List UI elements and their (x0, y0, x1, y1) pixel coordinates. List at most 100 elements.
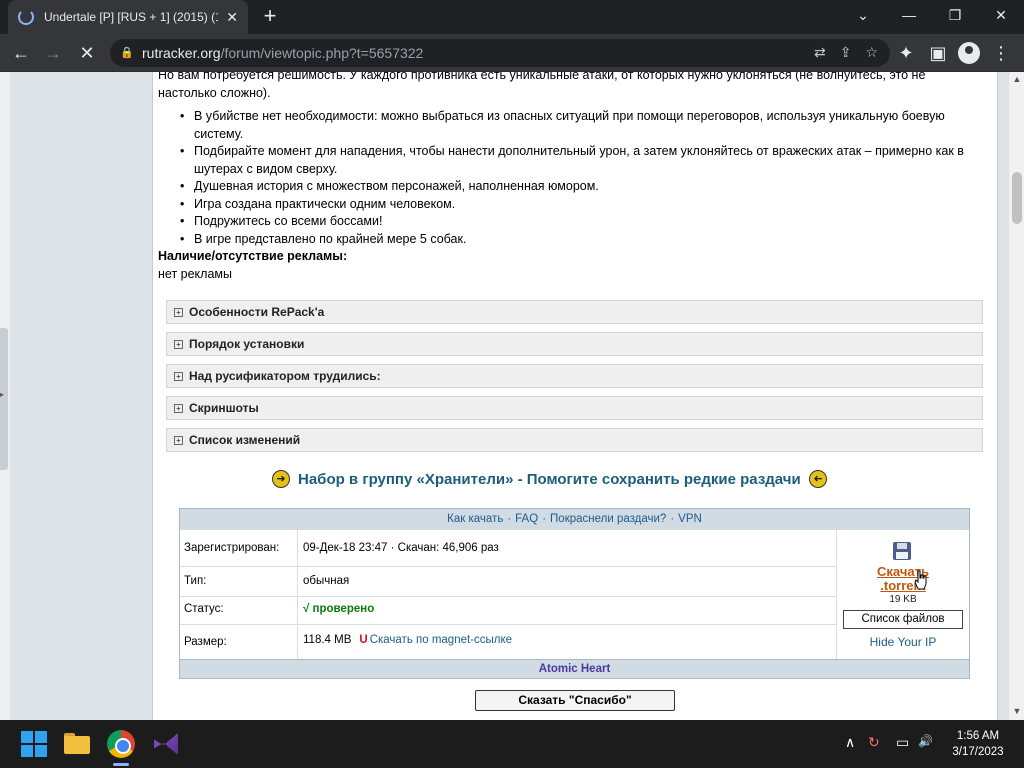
spoiler-screenshots[interactable]: + Скриншоты (166, 396, 983, 420)
visual-studio-icon[interactable] (152, 730, 180, 758)
spoiler-install-order[interactable]: + Порядок установки (166, 332, 983, 356)
back-button[interactable]: ← (8, 40, 34, 66)
scroll-down-icon[interactable]: ▼ (1012, 706, 1022, 716)
side-panel-handle[interactable]: ▸ (0, 328, 8, 470)
type-label: Тип: (184, 575, 207, 587)
expand-plus-icon: + (174, 404, 183, 414)
page-viewport: ▸ Но вам потребуется решимость. У каждог… (0, 72, 1008, 720)
spoiler-title: Список изменений (189, 433, 301, 447)
status-label: Статус: (184, 603, 224, 615)
torrent-file-size: 19 KB (889, 594, 917, 605)
file-list-button[interactable]: Список файлов (843, 610, 963, 629)
scroll-up-icon[interactable]: ▲ (1012, 74, 1022, 84)
loading-spinner-icon (18, 9, 34, 25)
forward-button[interactable]: → (40, 40, 66, 66)
share-icon[interactable]: ⇪ (840, 44, 852, 61)
ads-label: Наличие/отсутствие рекламы: (158, 249, 348, 263)
size-value-group: 118.4 MB U Скачать по magnet-ссылке (303, 634, 512, 646)
menu-icon[interactable]: ⋮ (988, 40, 1014, 66)
list-item: В игре представлено по крайней мере 5 со… (180, 231, 984, 249)
bookmark-star-icon[interactable]: ☆ (865, 44, 878, 61)
vpn-link[interactable]: VPN (678, 513, 702, 525)
spoiler-title: Скриншоты (189, 401, 259, 415)
translate-icon[interactable]: ⇄ (814, 44, 826, 61)
spoiler-changelog[interactable]: + Список изменений (166, 428, 983, 452)
volume-icon[interactable]: 🔊 (918, 734, 933, 748)
say-thanks-button[interactable]: Сказать "Спасибо" (475, 690, 675, 711)
list-item: Игра создана практически одним человеком… (180, 196, 984, 214)
list-item: Подбирайте момент для нападения, чтобы н… (180, 143, 984, 178)
table-row: Размер: 118.4 MB U Скачать по magnet-ссылк… (180, 624, 836, 659)
torrent-info-table: Как качать · FAQ · Покраснели раздачи? · VPN З… (179, 508, 970, 679)
checkmark-icon: √ (303, 603, 310, 615)
windows-taskbar: ∧ ↻ ▭ 🔊 1:56 AM 3/17/2023 (0, 720, 1024, 768)
expand-plus-icon: + (174, 340, 183, 350)
promo-link[interactable]: Набор в группу «Хранители» - Помогите со… (298, 471, 801, 488)
size-label: Размер: (184, 636, 227, 648)
list-item: Подружитесь со всеми боссами! (180, 213, 984, 231)
ads-value: нет рекламы (158, 266, 232, 281)
close-window-button[interactable]: ✕ (978, 0, 1024, 30)
status-text: проверено (312, 603, 375, 615)
page-scrollbar[interactable]: ▲ ▼ (1008, 72, 1024, 720)
chrome-icon[interactable] (107, 730, 135, 758)
sync-icon[interactable]: ↻ (868, 734, 880, 751)
spoiler-title: Порядок установки (189, 337, 305, 351)
browser-toolbar: ← → ✕ 🔒 rutracker.org/forum/viewtopic.ph… (0, 34, 1024, 72)
extensions-icon[interactable]: ✦ (893, 40, 919, 66)
browser-tab[interactable]: Undertale [P] [RUS + 1] (2015) (1 ✕ (8, 0, 248, 34)
status-value: √ проверено (303, 603, 374, 615)
magnet-link[interactable]: Скачать по magnet-ссылке (370, 634, 512, 646)
spoiler-title: Особенности RePack'a (189, 305, 325, 319)
how-to-download-link[interactable]: Как качать (447, 513, 503, 525)
download-torrent-link[interactable]: Скачать .torrent (867, 565, 939, 593)
windows-start-icon[interactable] (20, 730, 48, 758)
display-icon[interactable]: ▭ (896, 734, 909, 751)
lock-icon[interactable]: 🔒 (120, 46, 134, 60)
clock-time: 1:56 AM (956, 730, 1000, 742)
clock-date: 3/17/2023 (952, 746, 1004, 758)
spoiler-localizers[interactable]: + Над русификатором трудились: (166, 364, 983, 388)
profile-avatar[interactable] (958, 42, 980, 64)
list-item: Душевная история с множеством персонажей… (180, 178, 984, 196)
ad-footer-link[interactable]: Atomic Heart (180, 659, 969, 678)
magnet-icon: U (359, 634, 368, 646)
file-explorer-icon[interactable] (64, 730, 92, 758)
post-body: Но вам потребуется решимость. У каждого … (158, 72, 984, 283)
expand-plus-icon: + (174, 372, 183, 382)
side-panel-icon[interactable]: ▣ (925, 40, 951, 66)
tab-close-icon[interactable]: ✕ (226, 9, 238, 26)
arrow-right-icon: ➜ (272, 470, 290, 488)
side-arrow-icon: ▸ (0, 390, 5, 399)
floppy-disk-icon[interactable] (893, 542, 911, 560)
separator: · (670, 513, 675, 525)
tray-chevron-icon[interactable]: ∧ (845, 734, 855, 751)
new-tab-button[interactable]: + (258, 4, 282, 28)
maximize-button[interactable]: ❐ (932, 0, 978, 30)
table-row: Зарегистрирован: 09-Дек-18 23:47 · Скача… (180, 530, 836, 566)
feature-list: В убийстве нет необходимости: можно выбр… (180, 108, 984, 249)
spoiler-repack-features[interactable]: + Особенности RePack'a (166, 300, 983, 324)
tab-title: Undertale [P] [RUS + 1] (2015) (1 (44, 10, 219, 24)
url-path: /forum/viewtopic.php?t=5657322 (220, 45, 424, 61)
red-torrents-link[interactable]: Покраснели раздачи? (550, 513, 666, 525)
title-bar: Undertale [P] [RUS + 1] (2015) (1 ✕ + ⌄ … (0, 0, 1024, 34)
minimize-button[interactable]: — (886, 0, 932, 30)
separator: · (507, 513, 512, 525)
tab-search-chevron-icon[interactable]: ⌄ (840, 0, 886, 30)
scrollbar-thumb[interactable] (1012, 172, 1022, 224)
spoiler-title: Над русификатором трудились: (189, 369, 381, 383)
help-links-bar: Как качать · FAQ · Покраснели раздачи? · VPN (180, 509, 969, 530)
system-clock[interactable]: 1:56 AM 3/17/2023 (940, 728, 1016, 760)
arrow-left-icon: ➜ (808, 470, 827, 488)
table-row: Тип: обычная (180, 566, 836, 596)
registered-value: 09-Дек-18 23:47 · Скачан: 46,906 раз (303, 542, 499, 554)
hand-cursor-icon (914, 570, 927, 590)
hide-ip-link[interactable]: Hide Your IP (843, 635, 963, 649)
address-bar[interactable]: 🔒 rutracker.org/forum/viewtopic.php?t=56… (110, 39, 890, 67)
type-value: обычная (303, 575, 350, 587)
url-host: rutracker.org (142, 45, 221, 61)
faq-link[interactable]: FAQ (515, 513, 538, 525)
size-value: 118.4 MB (303, 634, 352, 646)
stop-loading-button[interactable]: ✕ (74, 40, 100, 66)
